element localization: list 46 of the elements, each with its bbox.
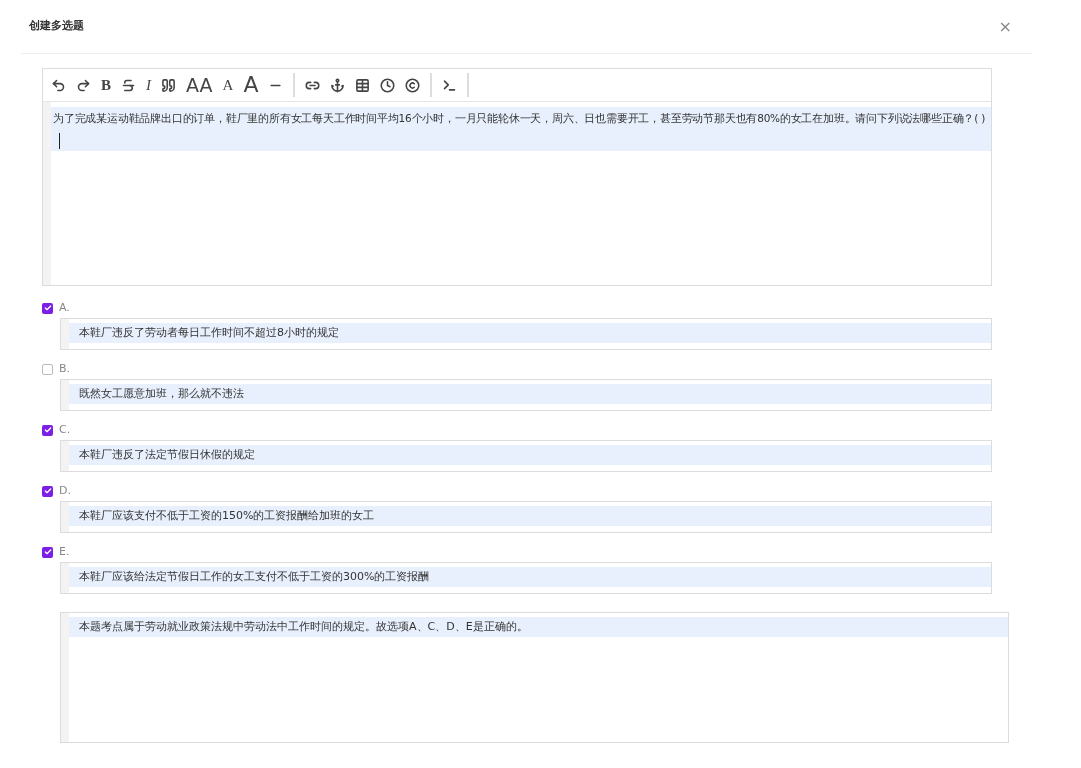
- option-label: E.: [59, 543, 70, 560]
- option-text: 本鞋厂违反了法定节假日休假的规定: [69, 445, 991, 465]
- question-text: 为了完成某运动鞋品牌出口的订单，鞋厂里的所有女工每天工作时间平均16个小时，一月只能轮休一天，周六、日也需要开工，甚至劳动节那天也有80%的女工在加班。请问下列说法哪些正确？( ): [51, 107, 991, 151]
- clock-icon[interactable]: [380, 77, 396, 93]
- dialog-title: 创建多选题: [29, 18, 84, 35]
- editor-gutter: [61, 441, 69, 471]
- close-button[interactable]: ×: [998, 14, 1012, 39]
- option-label: B.: [59, 360, 71, 377]
- editor-gutter: [61, 319, 69, 349]
- toolbar-button[interactable]: I: [146, 77, 151, 93]
- option-field[interactable]: 本鞋厂违反了法定节假日休假的规定: [60, 440, 992, 472]
- analysis-field[interactable]: 本题考点属于劳动就业政策法规中劳动法中工作时间的规定。故选项A、C、D、E是正确的。: [60, 612, 1009, 743]
- editor-gutter: [61, 380, 69, 410]
- option-text: 既然女工愿意加班，那么就不违法: [69, 384, 991, 404]
- option-label: A.: [59, 299, 70, 316]
- terminal-icon[interactable]: [442, 77, 458, 93]
- checkbox[interactable]: [42, 485, 53, 497]
- checkbox[interactable]: [42, 546, 53, 558]
- editor-gutter: [61, 502, 69, 532]
- toolbar-button[interactable]: AA: [186, 75, 213, 95]
- analysis-text: 本题考点属于劳动就业政策法规中劳动法中工作时间的规定。故选项A、C、D、E是正确的。: [69, 617, 1008, 637]
- redo-icon[interactable]: [76, 77, 91, 93]
- option-text: 本鞋厂违反了劳动者每日工作时间不超过8小时的规定: [69, 323, 991, 343]
- editor-gutter: [61, 563, 69, 593]
- copyright-icon[interactable]: [405, 77, 421, 93]
- option-label: C.: [59, 421, 71, 438]
- text-cursor: [59, 133, 60, 149]
- option-text: 本鞋厂应该给法定节假日工作的女工支付不低于工资的300%的工资报酬: [69, 567, 991, 587]
- table-icon[interactable]: [355, 77, 371, 93]
- checkbox[interactable]: [42, 424, 53, 436]
- strikethrough-icon[interactable]: [121, 77, 136, 93]
- checkbox[interactable]: [42, 302, 53, 314]
- quote-icon[interactable]: [161, 77, 176, 93]
- anchor-icon[interactable]: [330, 77, 346, 93]
- option-text: 本鞋厂应该支付不低于工资的150%的工资报酬给加班的女工: [69, 506, 991, 526]
- toolbar-button[interactable]: A: [222, 77, 234, 93]
- checkbox[interactable]: [42, 363, 53, 375]
- option-field[interactable]: 本鞋厂应该给法定节假日工作的女工支付不低于工资的300%的工资报酬: [60, 562, 992, 594]
- question-editor[interactable]: 为了完成某运动鞋品牌出口的订单，鞋厂里的所有女工每天工作时间平均16个小时，一月只能轮休一天，周六、日也需要开工，甚至劳动节那天也有80%的女工在加班。请问下列说法哪些正确？( ): [43, 102, 991, 285]
- option-label: D.: [59, 482, 71, 499]
- undo-icon[interactable]: [51, 77, 66, 93]
- toolbar-button[interactable]: A: [243, 74, 259, 96]
- option-field[interactable]: 既然女工愿意加班，那么就不违法: [60, 379, 992, 411]
- option-field[interactable]: 本鞋厂应该支付不低于工资的150%的工资报酬给加班的女工: [60, 501, 992, 533]
- option-field[interactable]: 本鞋厂违反了劳动者每日工作时间不超过8小时的规定: [60, 318, 992, 350]
- toolbar-button[interactable]: B: [101, 77, 111, 93]
